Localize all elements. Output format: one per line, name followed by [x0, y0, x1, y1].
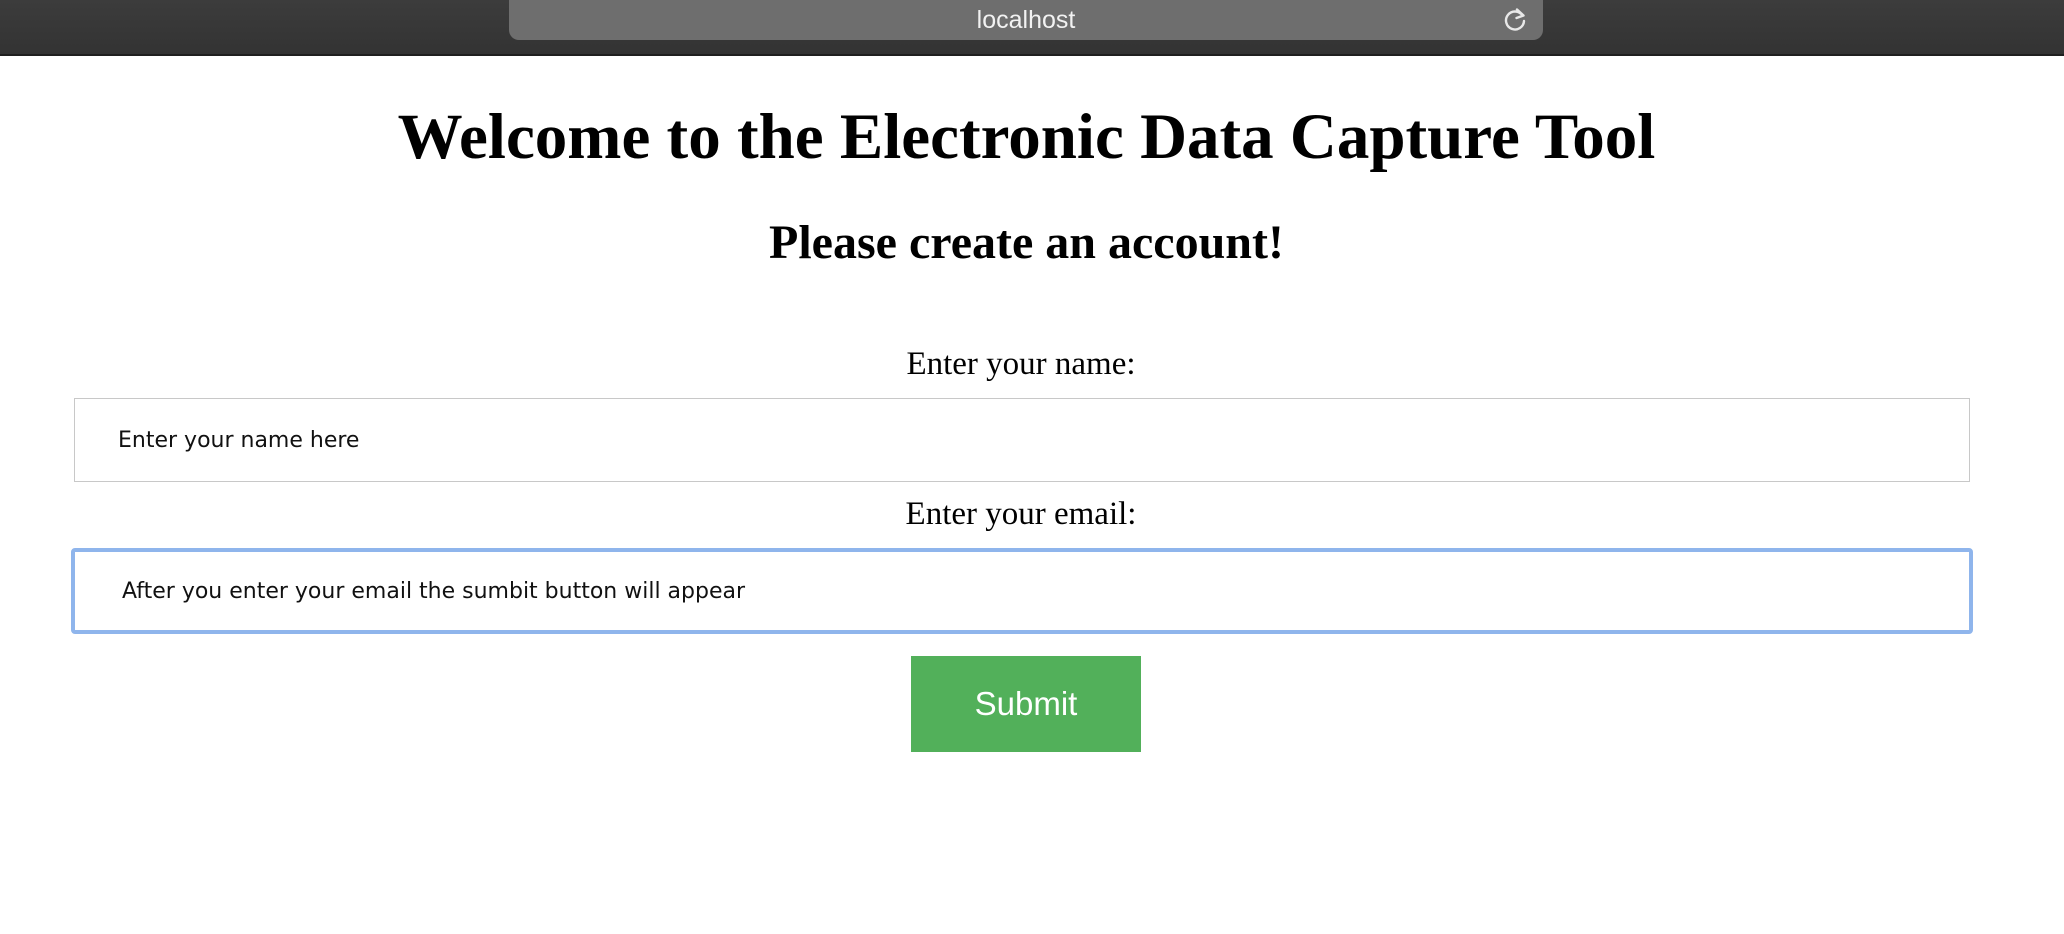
- browser-toolbar: localhost: [0, 0, 2064, 56]
- email-label: Enter your email:: [905, 496, 1137, 532]
- reload-icon[interactable]: [1501, 6, 1529, 34]
- page-content: Welcome to the Electronic Data Capture T…: [0, 58, 2064, 934]
- name-label: Enter your name:: [906, 346, 1136, 382]
- name-input[interactable]: [74, 398, 1970, 482]
- address-bar-url: localhost: [976, 5, 1076, 34]
- submit-button[interactable]: Submit: [911, 656, 1141, 752]
- page-subtitle: Please create an account!: [769, 216, 1284, 269]
- address-bar[interactable]: localhost: [509, 0, 1543, 40]
- email-input[interactable]: [71, 548, 1973, 634]
- page-title: Welcome to the Electronic Data Capture T…: [397, 101, 1656, 173]
